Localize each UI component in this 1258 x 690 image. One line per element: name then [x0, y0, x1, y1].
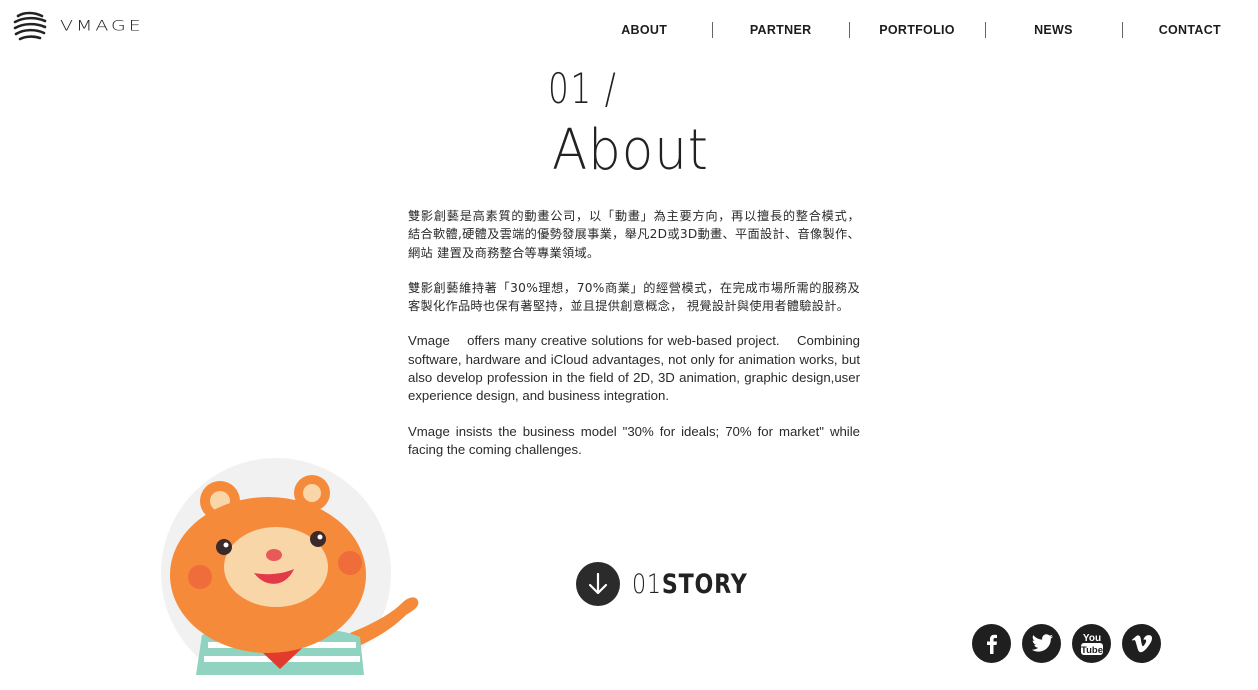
nav-about[interactable]: ABOUT [576, 20, 712, 40]
svg-text:You: You [1082, 633, 1100, 644]
story-link[interactable]: 01STORY [576, 562, 773, 606]
social-links: You Tube [972, 624, 1161, 663]
main-nav: ABOUT PARTNER PORTFOLIO NEWS CONTACT [576, 20, 1258, 40]
about-paragraph-en-2: Vmage insists the business model "30% fo… [408, 423, 860, 457]
about-content: 雙影創藝是高素質的動畫公司，以「動畫」為主要方向，再以擅長的整合模式， 結合軟體… [408, 207, 860, 476]
twitter-icon[interactable] [1022, 624, 1061, 663]
about-paragraph-zh-1: 雙影創藝是高素質的動畫公司，以「動畫」為主要方向，再以擅長的整合模式， 結合軟體… [408, 209, 860, 260]
youtube-icon[interactable]: You Tube [1072, 624, 1111, 663]
logo[interactable]: VMAGE [12, 8, 144, 44]
logo-wordmark: VMAGE [60, 17, 144, 35]
section-number: 01 / [548, 64, 618, 113]
svg-text:Tube: Tube [1081, 645, 1103, 656]
nav-partner[interactable]: PARTNER [712, 20, 848, 40]
story-number: 01 [632, 568, 662, 600]
nav-contact[interactable]: CONTACT [1121, 20, 1258, 40]
mascot-bear-illustration [161, 458, 419, 675]
about-paragraph-en-1: Vmage offers many creative solutions for… [408, 333, 864, 404]
nav-news[interactable]: NEWS [985, 20, 1121, 40]
about-paragraph-zh-2: 雙影創藝維持著「30%理想，70%商業」的經營模式，在完成市場所需的服務及客製化… [408, 280, 860, 314]
nav-portfolio[interactable]: PORTFOLIO [848, 20, 985, 40]
section-title: About [552, 118, 709, 183]
story-word: STORY [661, 568, 748, 600]
arrow-down-icon [576, 562, 620, 606]
facebook-icon[interactable] [972, 624, 1011, 663]
logo-mark-icon [13, 11, 47, 41]
story-label: 01STORY [632, 569, 748, 600]
vimeo-icon[interactable] [1122, 624, 1161, 663]
